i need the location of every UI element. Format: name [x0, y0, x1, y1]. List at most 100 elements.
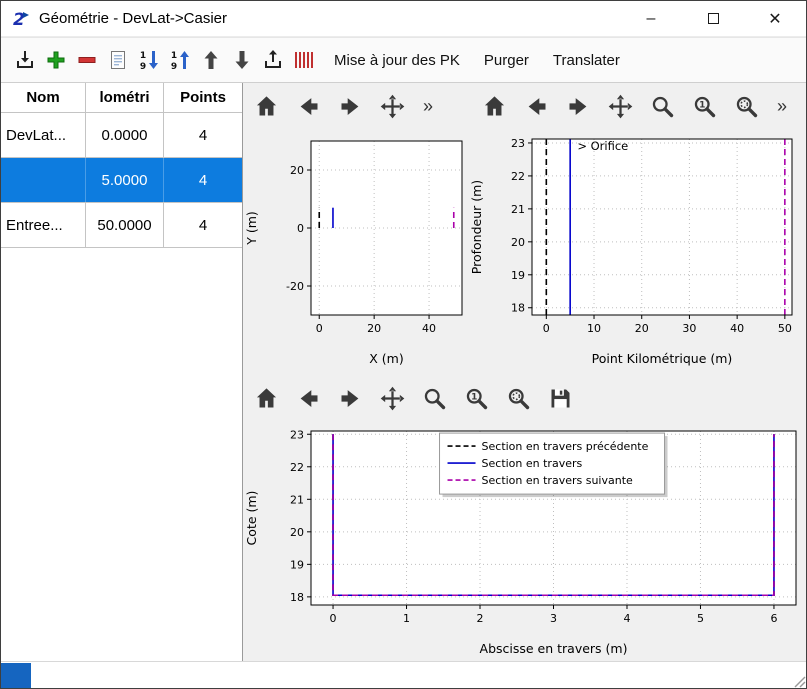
pan-icon — [379, 385, 406, 412]
cell-pk[interactable]: 5.0000 — [86, 158, 164, 202]
zoom-button[interactable] — [421, 385, 448, 412]
svg-text:Section en travers: Section en travers — [482, 457, 583, 470]
table-row[interactable]: DevLat... 0.0000 4 — [1, 113, 242, 158]
pan-icon — [379, 93, 406, 120]
maximize-button[interactable] — [682, 1, 744, 36]
svg-text:22: 22 — [511, 170, 525, 183]
zoom-fit-button[interactable] — [733, 93, 760, 120]
forward-button[interactable] — [565, 93, 592, 120]
cell-nom[interactable]: Entree... — [1, 203, 86, 247]
resize-grip[interactable] — [792, 674, 806, 688]
home-button[interactable] — [253, 385, 280, 412]
overflow-chevron-button[interactable]: » — [421, 93, 435, 120]
status-bar — [1, 661, 807, 689]
sort-desc-button[interactable] — [137, 48, 161, 72]
cross-section-plot[interactable]: 0123456181920212223Abscisse en travers (… — [243, 419, 807, 661]
zoom-1-button[interactable] — [691, 93, 718, 120]
save-button[interactable] — [547, 385, 574, 412]
update-pk-button[interactable]: Mise à jour des PK — [322, 46, 472, 75]
pan-button[interactable] — [379, 93, 406, 120]
column-header-pk[interactable]: lométri — [86, 83, 164, 112]
cell-points[interactable]: 4 — [164, 158, 242, 202]
main-toolbar: Mise à jour des PK Purger Translater — [1, 37, 806, 83]
title-bar: 2 Géométrie - DevLat->Casier – ✕ — [1, 1, 806, 37]
translater-button[interactable]: Translater — [541, 46, 632, 75]
pan-button[interactable] — [379, 385, 406, 412]
sort-asc-icon — [168, 48, 192, 72]
zoom-fit-button[interactable] — [505, 385, 532, 412]
remove-button[interactable] — [75, 48, 99, 72]
cell-pk[interactable]: 50.0000 — [86, 203, 164, 247]
home-icon — [253, 385, 280, 412]
svg-text:Cote (m): Cote (m) — [244, 491, 259, 546]
export-button[interactable] — [261, 48, 285, 72]
paste-icon — [106, 48, 130, 72]
close-button[interactable]: ✕ — [744, 1, 806, 36]
column-header-points[interactable]: Points — [164, 83, 242, 112]
svg-text:20: 20 — [635, 322, 649, 335]
pk-stripes-button[interactable] — [292, 48, 316, 72]
profile-plot[interactable]: 01020304050181920212223Point Kilométriqu… — [468, 125, 807, 371]
svg-text:-20: -20 — [286, 280, 304, 293]
svg-text:> Orifice: > Orifice — [577, 139, 628, 153]
plan-view-plot[interactable]: 02040-20020X (m)Y (m) — [243, 125, 468, 371]
back-button[interactable] — [523, 93, 550, 120]
back-button[interactable] — [295, 93, 322, 120]
forward-icon — [565, 93, 592, 120]
paste-button[interactable] — [106, 48, 130, 72]
up-button[interactable] — [199, 48, 223, 72]
svg-text:23: 23 — [511, 137, 525, 150]
svg-text:20: 20 — [290, 526, 304, 539]
import-button[interactable] — [13, 48, 37, 72]
cell-pk[interactable]: 0.0000 — [86, 113, 164, 157]
down-button[interactable] — [230, 48, 254, 72]
table-header: Nom lométri Points — [1, 83, 242, 113]
cell-points[interactable]: 4 — [164, 113, 242, 157]
home-button[interactable] — [253, 93, 280, 120]
add-icon — [44, 48, 68, 72]
add-button[interactable] — [44, 48, 68, 72]
svg-text:3: 3 — [550, 612, 557, 625]
back-button[interactable] — [295, 385, 322, 412]
svg-text:6: 6 — [770, 612, 777, 625]
svg-text:20: 20 — [511, 236, 525, 249]
cross-section-plot-toolbar — [253, 379, 574, 417]
home-icon — [481, 93, 508, 120]
svg-text:22: 22 — [290, 461, 304, 474]
pan-button[interactable] — [607, 93, 634, 120]
svg-text:23: 23 — [290, 428, 304, 441]
minimize-button[interactable]: – — [620, 1, 682, 36]
cell-nom[interactable]: DevLat... — [1, 113, 86, 157]
down-icon — [230, 48, 254, 72]
app-icon: 2 — [11, 9, 31, 29]
import-icon — [13, 48, 37, 72]
sort-desc-icon — [137, 48, 161, 72]
purger-button[interactable]: Purger — [472, 46, 541, 75]
home-button[interactable] — [481, 93, 508, 120]
zoom-button[interactable] — [649, 93, 676, 120]
svg-text:2: 2 — [477, 612, 484, 625]
toolbar-icons — [1, 48, 322, 72]
svg-text:30: 30 — [682, 322, 696, 335]
svg-text:5: 5 — [697, 612, 704, 625]
overflow-chevron-button[interactable]: » — [775, 93, 789, 120]
svg-text:0: 0 — [543, 322, 550, 335]
svg-text:20: 20 — [290, 164, 304, 177]
svg-text:19: 19 — [511, 269, 525, 282]
zoom-1-button[interactable] — [463, 385, 490, 412]
cell-points[interactable]: 4 — [164, 203, 242, 247]
plan-plot-toolbar: » — [253, 87, 435, 125]
sort-asc-button[interactable] — [168, 48, 192, 72]
forward-button[interactable] — [337, 385, 364, 412]
cell-nom[interactable] — [1, 158, 86, 202]
svg-text:0: 0 — [297, 222, 304, 235]
remove-icon — [75, 48, 99, 72]
svg-text:20: 20 — [367, 322, 381, 335]
column-header-nom[interactable]: Nom — [1, 83, 86, 112]
svg-text:19: 19 — [290, 558, 304, 571]
table-row-selected[interactable]: 5.0000 4 — [1, 158, 242, 203]
forward-button[interactable] — [337, 93, 364, 120]
table-row[interactable]: Entree... 50.0000 4 — [1, 203, 242, 248]
svg-text:21: 21 — [511, 203, 525, 216]
svg-text:4: 4 — [623, 612, 630, 625]
